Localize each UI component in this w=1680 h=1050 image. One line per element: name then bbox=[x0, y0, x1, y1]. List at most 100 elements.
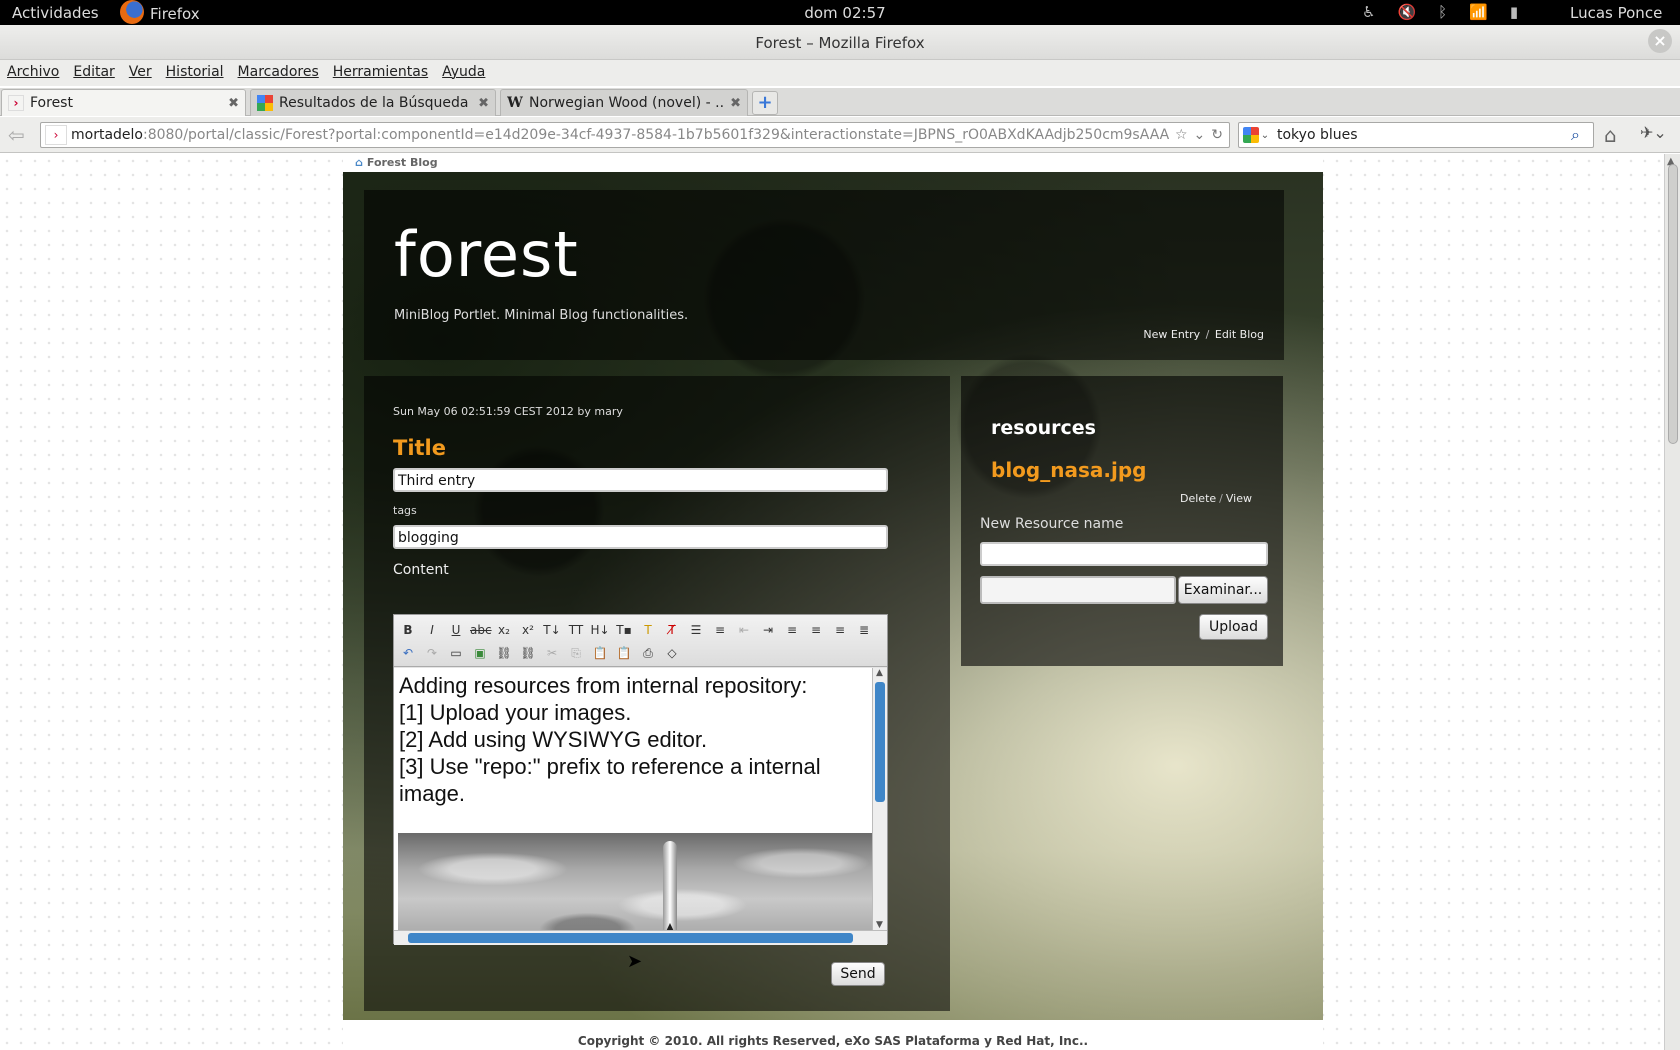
battery-icon[interactable]: ▮ bbox=[1510, 3, 1518, 21]
editor-text[interactable]: Adding resources from internal repositor… bbox=[394, 668, 872, 811]
chevron-down-icon: ⌄ bbox=[1260, 129, 1270, 141]
edit-blog-link[interactable]: Edit Blog bbox=[1215, 328, 1264, 341]
delete-link[interactable]: Delete bbox=[1180, 492, 1216, 505]
justify-icon[interactable]: ≣ bbox=[854, 620, 874, 640]
undo-icon[interactable]: ↶ bbox=[398, 643, 418, 663]
title-input[interactable]: Third entry bbox=[393, 468, 888, 492]
align-left-icon[interactable]: ≡ bbox=[782, 620, 802, 640]
align-right-icon[interactable]: ≡ bbox=[830, 620, 850, 640]
menu-ayuda[interactable]: Ayuda bbox=[442, 64, 485, 86]
editor-vertical-scrollbar[interactable]: ▲ ▼ bbox=[872, 668, 887, 930]
bullet-list-icon[interactable]: ☰ bbox=[686, 620, 706, 640]
menu-editar[interactable]: Editar bbox=[73, 64, 114, 86]
outdent-icon[interactable]: ⇤ bbox=[734, 620, 754, 640]
activities-button[interactable]: Actividades bbox=[12, 4, 99, 22]
redo-icon[interactable]: ↷ bbox=[422, 643, 442, 663]
breadcrumb-label[interactable]: Forest Blog bbox=[367, 156, 438, 169]
view-link[interactable]: View bbox=[1226, 492, 1252, 505]
close-tab-icon[interactable]: ✖ bbox=[730, 96, 741, 111]
insert-link-icon[interactable]: ⛓ bbox=[494, 643, 514, 663]
page-vertical-scrollbar[interactable]: ▲ bbox=[1664, 154, 1680, 1050]
scroll-thumb[interactable] bbox=[875, 682, 885, 802]
site-identity-icon[interactable]: › bbox=[45, 125, 67, 145]
align-center-icon[interactable]: ≡ bbox=[806, 620, 826, 640]
search-bar[interactable]: ⌄ tokyo blues ⌕ bbox=[1238, 122, 1594, 148]
content-line: [2] Add using WYSIWYG editor. bbox=[399, 727, 708, 752]
remove-format-icon[interactable]: T̸ bbox=[662, 620, 682, 640]
url-text[interactable]: mortadelo:8080/portal/classic/Forest?por… bbox=[71, 127, 1169, 143]
reload-icon[interactable]: ↻ bbox=[1211, 127, 1223, 143]
menu-ver[interactable]: Ver bbox=[129, 64, 152, 86]
addon-icon[interactable]: ✈⌄ bbox=[1640, 123, 1667, 142]
browse-button[interactable]: Examinar... bbox=[1178, 576, 1268, 604]
menu-historial[interactable]: Historial bbox=[166, 64, 224, 86]
volume-muted-icon[interactable]: 🔇 bbox=[1397, 3, 1416, 21]
home-icon[interactable]: ⌂ bbox=[1604, 123, 1617, 147]
paste-icon[interactable]: 📋 bbox=[590, 643, 610, 663]
copy-icon[interactable]: ⎘ bbox=[566, 643, 586, 663]
numbered-list-icon[interactable]: ≡ bbox=[710, 620, 730, 640]
embedded-rocket-image[interactable] bbox=[398, 833, 872, 930]
bluetooth-icon[interactable]: ᛒ bbox=[1438, 3, 1447, 21]
resources-heading: resources bbox=[991, 417, 1096, 439]
breadcrumb: ⌂ Forest Blog bbox=[343, 154, 1323, 172]
new-resource-name-input[interactable] bbox=[980, 542, 1268, 566]
new-tab-button[interactable]: + bbox=[752, 91, 778, 115]
search-icon[interactable]: ⌕ bbox=[1571, 125, 1593, 145]
tab-label: Norwegian Wood (novel) - ... bbox=[529, 95, 725, 111]
tab-search-results[interactable]: Resultados de la Búsqueda d... ✖ bbox=[250, 89, 496, 116]
strikethrough-icon[interactable]: abc bbox=[470, 620, 492, 640]
editor-horizontal-scrollbar[interactable] bbox=[394, 930, 887, 945]
back-arrow-icon[interactable]: ⇦ bbox=[8, 123, 25, 147]
superscript-icon[interactable]: x² bbox=[518, 620, 538, 640]
search-input[interactable]: tokyo blues bbox=[1273, 127, 1571, 143]
bookmark-star-icon[interactable]: ☆ bbox=[1175, 127, 1188, 143]
send-button[interactable]: Send bbox=[831, 962, 885, 986]
print-icon[interactable]: ⎙ bbox=[638, 643, 658, 663]
underline-icon[interactable]: U bbox=[446, 620, 466, 640]
horizontal-rule-icon[interactable]: ▭ bbox=[446, 643, 466, 663]
scroll-up-icon[interactable]: ▲ bbox=[876, 668, 883, 678]
insert-image-icon[interactable]: ▣ bbox=[470, 643, 490, 663]
scroll-thumb[interactable] bbox=[1668, 164, 1678, 444]
cut-icon[interactable]: ✂ bbox=[542, 643, 562, 663]
search-engine-selector[interactable]: ⌄ bbox=[1239, 127, 1273, 143]
menu-marcadores[interactable]: Marcadores bbox=[238, 64, 319, 86]
menu-herramientas[interactable]: Herramientas bbox=[333, 64, 428, 86]
editor-content-area[interactable]: Adding resources from internal repositor… bbox=[394, 668, 872, 930]
url-dropdown-icon[interactable]: ⌄ bbox=[1194, 127, 1206, 143]
upload-button[interactable]: Upload bbox=[1199, 614, 1268, 640]
tags-input[interactable]: blogging bbox=[393, 525, 888, 549]
font-family-icon[interactable]: TT bbox=[566, 620, 586, 640]
navigation-bar: ⇦ › mortadelo:8080/portal/classic/Forest… bbox=[0, 117, 1680, 153]
app-menu[interactable]: Firefox bbox=[120, 0, 200, 24]
text-color-icon[interactable]: T▪ bbox=[614, 620, 634, 640]
tab-forest[interactable]: › Forest ✖ bbox=[1, 89, 246, 116]
scroll-down-icon[interactable]: ▼ bbox=[876, 920, 883, 930]
unlink-icon[interactable]: ⛓ bbox=[518, 643, 538, 663]
tab-norwegian-wood[interactable]: W Norwegian Wood (novel) - ... ✖ bbox=[500, 89, 748, 116]
content-line: [1] Upload your images. bbox=[399, 700, 632, 725]
heading-icon[interactable]: H↓ bbox=[590, 620, 610, 640]
font-size-icon[interactable]: T↓ bbox=[542, 620, 562, 640]
user-menu[interactable]: Lucas Ponce bbox=[1570, 4, 1662, 22]
bold-icon[interactable]: B bbox=[398, 620, 418, 640]
window-close-button[interactable]: × bbox=[1648, 29, 1672, 53]
close-tab-icon[interactable]: ✖ bbox=[228, 96, 239, 111]
paste-text-icon[interactable]: 📋 bbox=[614, 643, 634, 663]
accessibility-icon[interactable]: ♿ bbox=[1362, 3, 1375, 21]
source-code-icon[interactable]: ◇ bbox=[662, 643, 682, 663]
indent-icon[interactable]: ⇥ bbox=[758, 620, 778, 640]
menu-archivo[interactable]: Archivo bbox=[7, 64, 59, 86]
home-icon[interactable]: ⌂ bbox=[355, 156, 363, 169]
clock[interactable]: dom 02:57 bbox=[800, 4, 890, 22]
italic-icon[interactable]: I bbox=[422, 620, 442, 640]
highlight-icon[interactable]: T bbox=[638, 620, 658, 640]
wifi-icon[interactable]: 📶 bbox=[1469, 3, 1488, 21]
close-tab-icon[interactable]: ✖ bbox=[478, 96, 489, 111]
url-bar[interactable]: › mortadelo:8080/portal/classic/Forest?p… bbox=[40, 122, 1230, 148]
scroll-thumb[interactable] bbox=[408, 933, 853, 943]
subscript-icon[interactable]: x₂ bbox=[494, 620, 514, 640]
new-entry-link[interactable]: New Entry bbox=[1143, 328, 1200, 341]
file-path-input[interactable] bbox=[980, 576, 1176, 604]
